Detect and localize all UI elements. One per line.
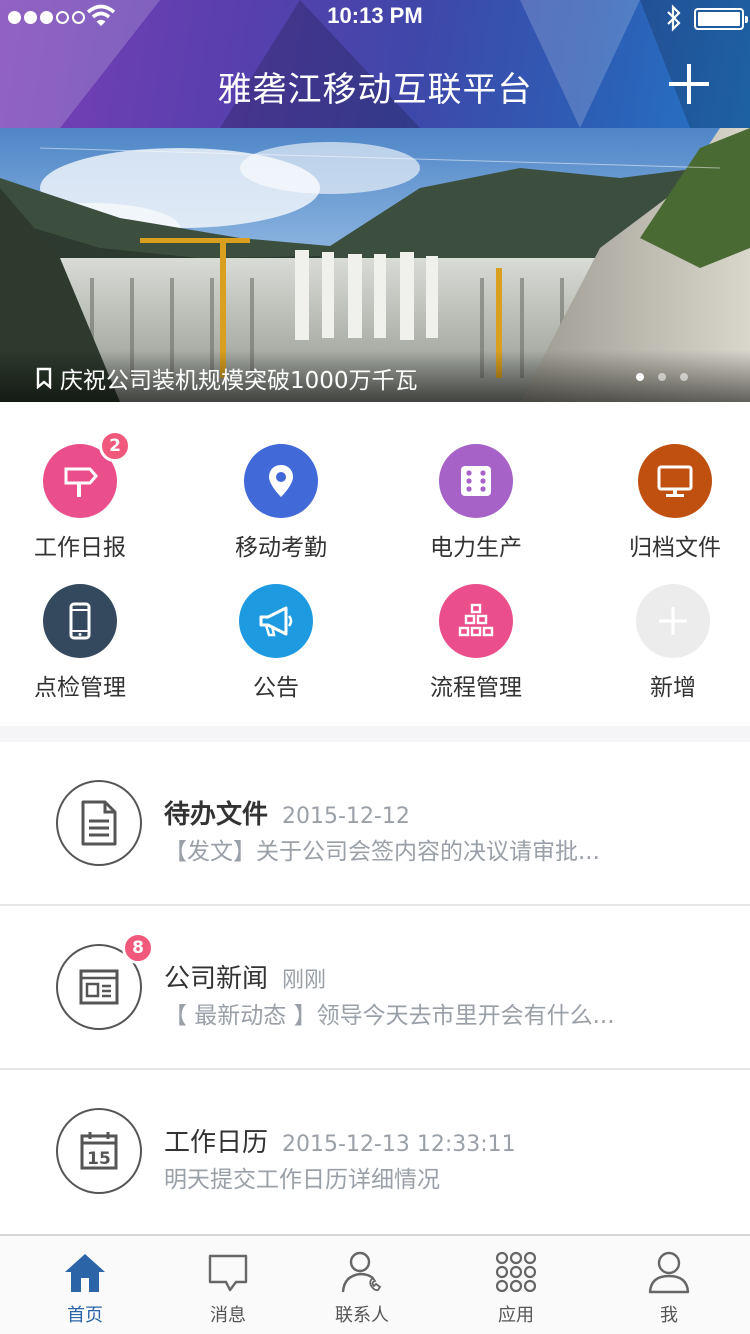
grid-item-label: 新增 <box>650 675 696 701</box>
grid-item-announcement[interactable]: 公告 <box>186 584 366 702</box>
grid-item-icon-circle <box>439 584 513 658</box>
grid-item-label: 点检管理 <box>34 675 126 701</box>
home-icon <box>65 1254 105 1292</box>
bluetooth-icon <box>667 4 681 32</box>
battery-icon <box>694 8 748 30</box>
grid-item-label: 工作日报 <box>34 535 126 561</box>
banner-pager[interactable] <box>636 373 688 381</box>
list-item-title: 待办文件 2015-12-12 <box>164 794 410 831</box>
banner-carousel[interactable]: 庆祝公司装机规模突破1000万千瓦 <box>0 128 750 402</box>
list-item-icon: 8 <box>56 932 154 1030</box>
megaphone-icon <box>259 606 293 637</box>
grid-item-power-production[interactable]: 电力生产 <box>386 444 566 562</box>
add-button[interactable] <box>665 60 713 108</box>
location-pin-icon <box>269 465 293 497</box>
grid-item-icon-circle: 2 <box>43 430 131 518</box>
grid-item-icon-circle <box>239 584 313 658</box>
list-item-company-news[interactable]: 8 公司新闻 刚刚 【 最新动态 】领导今天去市里开会有什么... <box>0 906 750 1070</box>
tab-bar: 首页 消息 联系人 应用 我 <box>0 1234 750 1334</box>
grid-item-icon-circle <box>636 584 710 658</box>
tab-label: 应用 <box>498 1305 534 1326</box>
list-item-icon: 15 <box>56 1108 142 1194</box>
pager-dot[interactable] <box>680 373 688 381</box>
phone-icon <box>69 602 91 640</box>
calendar-day-text: 15 <box>87 1149 111 1169</box>
grid-item-icon-circle <box>43 584 117 658</box>
document-icon <box>81 800 117 846</box>
grid-item-label: 流程管理 <box>430 675 522 701</box>
monitor-icon <box>657 465 693 497</box>
list-item-subtitle: 明天提交工作日历详细情况 <box>164 1167 440 1193</box>
grid-item-inspection[interactable]: 点检管理 <box>0 584 170 702</box>
tab-contacts[interactable]: 联系人 <box>302 1236 422 1334</box>
contact-icon <box>341 1251 382 1293</box>
page-title: 雅砻江移动互联平台 <box>217 70 533 110</box>
grid-item-workflow[interactable]: 流程管理 <box>386 584 566 702</box>
app-grid: 2 工作日报 移动考勤 电力生产 归档文件 点检管理 公告 流程管理 新增 <box>0 402 750 726</box>
newspaper-icon <box>79 969 119 1005</box>
grid-item-icon-circle <box>439 444 513 518</box>
app-header: 10:13 PM 雅砻江移动互联平台 <box>0 0 750 128</box>
list-item-subtitle: 【发文】关于公司会签内容的决议请审批... <box>164 839 600 865</box>
grid-item-label: 移动考勤 <box>235 535 327 561</box>
tab-apps[interactable]: 应用 <box>456 1236 576 1334</box>
grid-item-label: 归档文件 <box>629 535 721 561</box>
grid-item-mobile-attendance[interactable]: 移动考勤 <box>191 444 371 562</box>
status-time: 10:13 PM <box>327 3 423 28</box>
tab-label: 首页 <box>67 1305 103 1326</box>
banner-caption-text: 庆祝公司装机规模突破1000万千瓦 <box>60 368 418 394</box>
grid-item-label: 电力生产 <box>430 535 522 561</box>
grid-item-add-new[interactable]: 新增 <box>583 584 750 702</box>
tab-label: 消息 <box>210 1305 246 1326</box>
tab-messages[interactable]: 消息 <box>168 1236 288 1334</box>
grid-item-work-report[interactable]: 2 工作日报 <box>0 430 170 562</box>
plus-icon <box>659 607 687 635</box>
status-bar: 10:13 PM <box>0 0 750 40</box>
notification-badge: 8 <box>122 932 154 964</box>
list-item-title: 公司新闻 刚刚 <box>164 958 326 995</box>
banner-caption: 庆祝公司装机规模突破1000万千瓦 <box>36 361 418 395</box>
apps-grid-icon <box>495 1251 537 1293</box>
list-item-title-text: 公司新闻 <box>164 964 269 994</box>
grid-item-icon-circle <box>638 444 712 518</box>
org-chart-icon <box>458 603 494 637</box>
pager-dot[interactable] <box>636 373 644 381</box>
message-list: 待办文件 2015-12-12 【发文】关于公司会签内容的决议请审批... 8 公… <box>0 742 750 1234</box>
list-item-subtitle: 【 最新动态 】领导今天去市里开会有什么... <box>164 1003 615 1029</box>
tab-home[interactable]: 首页 <box>25 1236 145 1334</box>
grid-item-archived-files[interactable]: 归档文件 <box>585 444 750 562</box>
tab-label: 我 <box>660 1305 678 1326</box>
list-item-work-calendar[interactable]: 15 工作日历 2015-12-13 12:33:11 明天提交工作日历详细情况 <box>0 1070 750 1234</box>
list-item-title-text: 工作日历 <box>164 1128 269 1158</box>
list-item-icon <box>56 780 142 866</box>
dice-icon <box>461 466 491 496</box>
list-item-pending-documents[interactable]: 待办文件 2015-12-12 【发文】关于公司会签内容的决议请审批... <box>0 742 750 906</box>
list-item-time: 刚刚 <box>282 968 327 993</box>
grid-item-label: 公告 <box>253 675 299 701</box>
list-item-title-text: 待办文件 <box>164 800 269 830</box>
list-item-time: 2015-12-12 <box>282 804 410 829</box>
list-item-time: 2015-12-13 12:33:11 <box>282 1132 516 1157</box>
grid-item-icon-circle <box>244 444 318 518</box>
notification-badge: 2 <box>99 430 131 462</box>
calendar-icon: 15 <box>80 1132 118 1170</box>
pager-dot[interactable] <box>658 373 666 381</box>
list-item-title: 工作日历 2015-12-13 12:33:11 <box>164 1122 516 1159</box>
user-icon <box>648 1251 690 1294</box>
bookmark-icon <box>36 367 52 389</box>
tab-label: 联系人 <box>335 1305 389 1326</box>
chat-bubble-icon <box>208 1254 248 1292</box>
tab-me[interactable]: 我 <box>609 1236 729 1334</box>
signpost-icon <box>64 467 98 497</box>
